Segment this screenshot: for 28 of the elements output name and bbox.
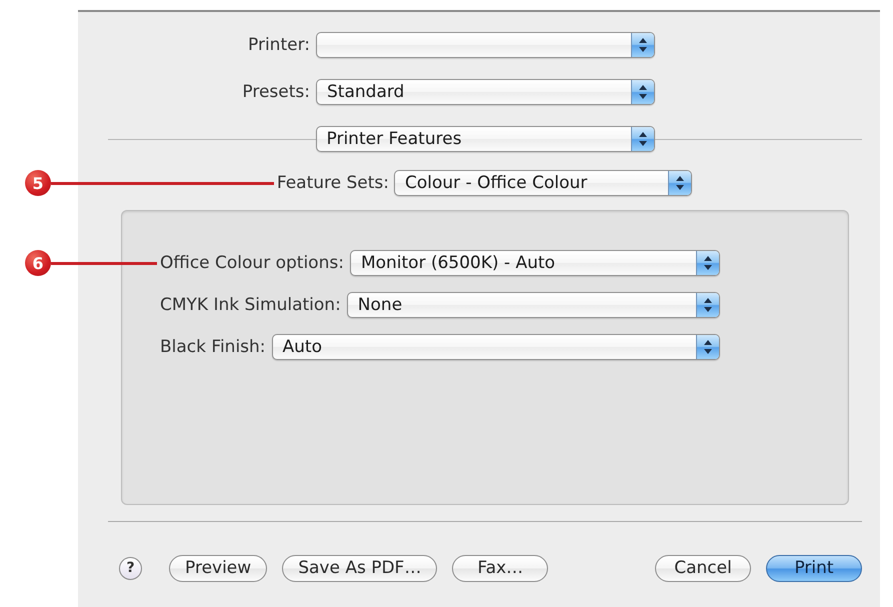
popup-button[interactable]: Colour - Office Colour bbox=[394, 170, 692, 196]
dialog-button[interactable]: Print bbox=[766, 554, 862, 582]
dialog-button[interactable]: Preview bbox=[169, 554, 268, 582]
dialog-button[interactable]: Save As PDF… bbox=[282, 554, 438, 582]
updown-arrows-icon bbox=[630, 127, 654, 151]
field-label: Presets: bbox=[242, 82, 310, 102]
popup-button[interactable]: Monitor (6500K) - Auto bbox=[350, 250, 720, 276]
help-button[interactable]: ? bbox=[119, 556, 142, 580]
popup-button[interactable]: Auto bbox=[272, 334, 720, 360]
field-label: Feature Sets: bbox=[276, 173, 389, 193]
field-label: Black Finish: bbox=[160, 337, 266, 357]
dialog-button[interactable]: Cancel bbox=[655, 554, 751, 582]
popup-button[interactable]: None bbox=[346, 292, 720, 318]
field-label: Office Colour options: bbox=[160, 253, 344, 273]
updown-arrows-icon bbox=[668, 171, 691, 195]
updown-arrows-icon bbox=[696, 293, 719, 317]
field-label: CMYK Ink Simulation: bbox=[160, 295, 341, 315]
field-label: Printer: bbox=[248, 35, 310, 55]
dialog-button[interactable]: Fax… bbox=[452, 554, 548, 582]
updown-arrows-icon bbox=[696, 335, 719, 359]
popup-button[interactable] bbox=[316, 32, 655, 58]
updown-arrows-icon bbox=[631, 33, 654, 57]
popup-button[interactable]: Printer Features bbox=[316, 126, 654, 152]
callout-number: 5 bbox=[25, 170, 51, 196]
popup-button[interactable]: Standard bbox=[316, 79, 655, 105]
updown-arrows-icon bbox=[631, 80, 654, 104]
updown-arrows-icon bbox=[696, 251, 719, 275]
callout-number: 6 bbox=[25, 250, 51, 276]
